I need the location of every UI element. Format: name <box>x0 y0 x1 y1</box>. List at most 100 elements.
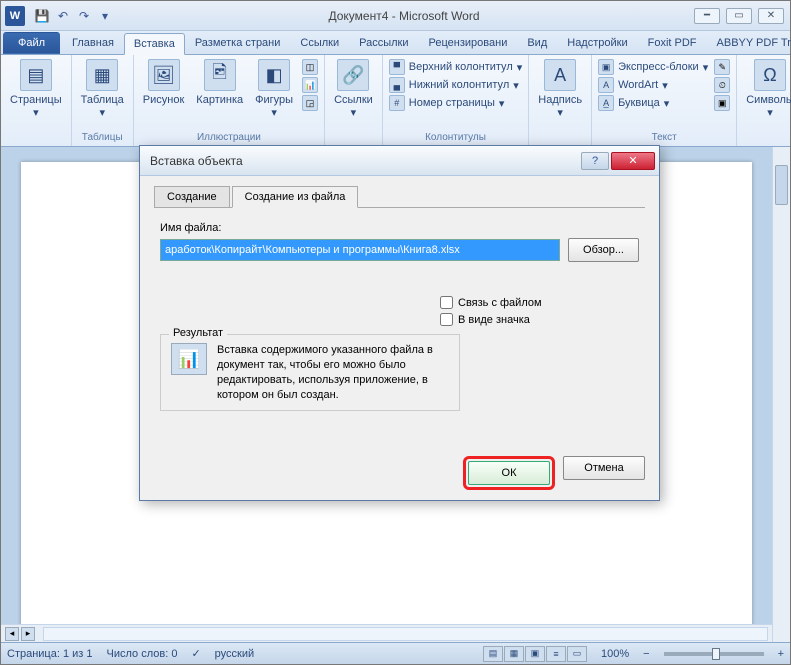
tab-mailings[interactable]: Рассылки <box>349 32 418 54</box>
icon-checkbox-row[interactable]: В виде значка <box>440 313 639 326</box>
maximize-button[interactable]: ▭ <box>726 8 752 24</box>
ok-button[interactable]: ОК <box>468 461 550 485</box>
link-checkbox[interactable] <box>440 296 453 309</box>
dropcap-button[interactable]: A̲Буквица ▾ <box>598 95 708 111</box>
dropcap-icon: A̲ <box>598 95 614 111</box>
insert-object-dialog: Вставка объекта ? ✕ Создание Создание из… <box>139 145 660 501</box>
tab-references[interactable]: Ссылки <box>290 32 349 54</box>
zoom-level[interactable]: 100% <box>601 648 629 660</box>
close-button[interactable]: ✕ <box>758 8 784 24</box>
zoom-slider[interactable] <box>664 652 764 656</box>
symbols-label: Символы <box>746 94 791 106</box>
picture-label: Рисунок <box>143 94 185 106</box>
table-button[interactable]: ▦ Таблица ▾ <box>76 57 129 121</box>
next-page-icon[interactable]: ▸ <box>21 627 35 641</box>
pages-button[interactable]: ▤ Страницы ▾ <box>5 57 67 121</box>
header-button[interactable]: ▀Верхний колонтитул ▾ <box>389 59 522 75</box>
tab-file[interactable]: Файл <box>3 32 60 54</box>
view-print-icon[interactable]: ▤ <box>483 646 503 662</box>
view-draft-icon[interactable]: ▭ <box>567 646 587 662</box>
links-button[interactable]: 🔗Ссылки▾ <box>329 57 378 121</box>
tab-foxit[interactable]: Foxit PDF <box>638 32 707 54</box>
dropcap-label: Буквица <box>618 97 660 109</box>
icon-checkbox[interactable] <box>440 313 453 326</box>
illustration-small-buttons: ◫ 📊 ◲ <box>300 57 320 113</box>
redo-icon[interactable]: ↷ <box>75 7 93 25</box>
minimize-button[interactable]: ━ <box>694 8 720 24</box>
quickparts-icon: ▣ <box>598 59 614 75</box>
screenshot-icon[interactable]: ◲ <box>302 95 318 111</box>
wordart-icon: A <box>598 77 614 93</box>
group-label: Текст <box>596 131 732 144</box>
app-icon: W <box>5 6 25 26</box>
filename-input[interactable] <box>160 239 560 261</box>
dialog-close-button[interactable]: ✕ <box>611 152 655 170</box>
symbols-icon: Ω <box>754 59 786 91</box>
undo-icon[interactable]: ↶ <box>54 7 72 25</box>
tab-insert[interactable]: Вставка <box>124 33 185 55</box>
hscroll-track[interactable] <box>43 627 768 641</box>
pages-icon: ▤ <box>20 59 52 91</box>
status-page[interactable]: Страница: 1 из 1 <box>7 648 93 660</box>
view-fullscreen-icon[interactable]: ▦ <box>504 646 524 662</box>
tab-pagelayout[interactable]: Разметка страни <box>185 32 291 54</box>
links-label: Ссылки <box>334 94 373 106</box>
group-tables: ▦ Таблица ▾ Таблицы <box>72 55 134 146</box>
tab-home[interactable]: Главная <box>62 32 124 54</box>
group-links: 🔗Ссылки▾ <box>325 55 383 146</box>
tab-review[interactable]: Рецензировани <box>419 32 518 54</box>
shapes-icon: ◧ <box>258 59 290 91</box>
links-icon: 🔗 <box>337 59 369 91</box>
zoom-thumb[interactable] <box>712 648 720 660</box>
dropdown-icon: ▾ <box>99 106 105 119</box>
dialog-footer: ОК Отмена <box>140 446 659 500</box>
save-icon[interactable]: 💾 <box>33 7 51 25</box>
dialog-help-button[interactable]: ? <box>581 152 609 170</box>
signature-icon[interactable]: ✎ <box>714 59 730 75</box>
zoom-out-icon[interactable]: − <box>643 648 649 660</box>
smartart-icon[interactable]: ◫ <box>302 59 318 75</box>
result-icon: 📊 <box>171 343 207 375</box>
dialog-titlebar[interactable]: Вставка объекта ? ✕ <box>140 146 659 176</box>
status-words[interactable]: Число слов: 0 <box>107 648 178 660</box>
object-icon[interactable]: ▣ <box>714 95 730 111</box>
dialog-content: Имя файла: Обзор... Связь с файлом В вид… <box>154 208 645 425</box>
window-controls: ━ ▭ ✕ <box>694 8 784 24</box>
pagenum-icon: # <box>389 95 405 111</box>
footer-icon: ▄ <box>389 77 405 93</box>
scroll-thumb[interactable] <box>775 165 788 205</box>
view-outline-icon[interactable]: ≡ <box>546 646 566 662</box>
tab-abbyy[interactable]: ABBYY PDF Trans <box>707 32 791 54</box>
clipart-button[interactable]: 🖻Картинка <box>191 57 248 108</box>
tab-addins[interactable]: Надстройки <box>557 32 637 54</box>
qat-dropdown-icon[interactable]: ▾ <box>96 7 114 25</box>
vertical-scrollbar[interactable] <box>772 147 790 642</box>
wordart-button[interactable]: AWordArt ▾ <box>598 77 708 93</box>
pagenum-button[interactable]: #Номер страницы ▾ <box>389 95 522 111</box>
link-checkbox-row[interactable]: Связь с файлом <box>440 296 639 309</box>
footer-button[interactable]: ▄Нижний колонтитул ▾ <box>389 77 522 93</box>
quickparts-button[interactable]: ▣Экспресс-блоки ▾ <box>598 59 708 75</box>
view-web-icon[interactable]: ▣ <box>525 646 545 662</box>
textbox-button[interactable]: AНадпись▾ <box>533 57 587 121</box>
status-lang[interactable]: русский <box>215 648 254 660</box>
browse-button[interactable]: Обзор... <box>568 238 639 262</box>
tab-create-from-file[interactable]: Создание из файла <box>232 186 359 208</box>
symbols-button[interactable]: ΩСимволы▾ <box>741 57 791 121</box>
tab-view[interactable]: Вид <box>517 32 557 54</box>
status-proofing-icon[interactable]: ✓ <box>191 647 200 660</box>
ribbon-tabs: Файл Главная Вставка Разметка страни Ссы… <box>1 31 790 55</box>
picture-button[interactable]: 🖼Рисунок <box>138 57 190 108</box>
dialog-title: Вставка объекта <box>150 154 243 168</box>
zoom-in-icon[interactable]: + <box>778 648 784 660</box>
datetime-icon[interactable]: ⏲ <box>714 77 730 93</box>
shapes-button[interactable]: ◧Фигуры▾ <box>250 57 298 121</box>
chart-icon[interactable]: 📊 <box>302 77 318 93</box>
prev-page-icon[interactable]: ◂ <box>5 627 19 641</box>
dialog-body: Создание Создание из файла Имя файла: Об… <box>140 176 659 446</box>
icon-check-label: В виде значка <box>458 314 530 326</box>
cancel-button[interactable]: Отмена <box>563 456 645 480</box>
text-small-buttons: ✎ ⏲ ▣ <box>712 57 732 113</box>
tab-create-new[interactable]: Создание <box>154 186 230 208</box>
horizontal-scrollbar[interactable]: ◂ ▸ <box>1 624 772 642</box>
